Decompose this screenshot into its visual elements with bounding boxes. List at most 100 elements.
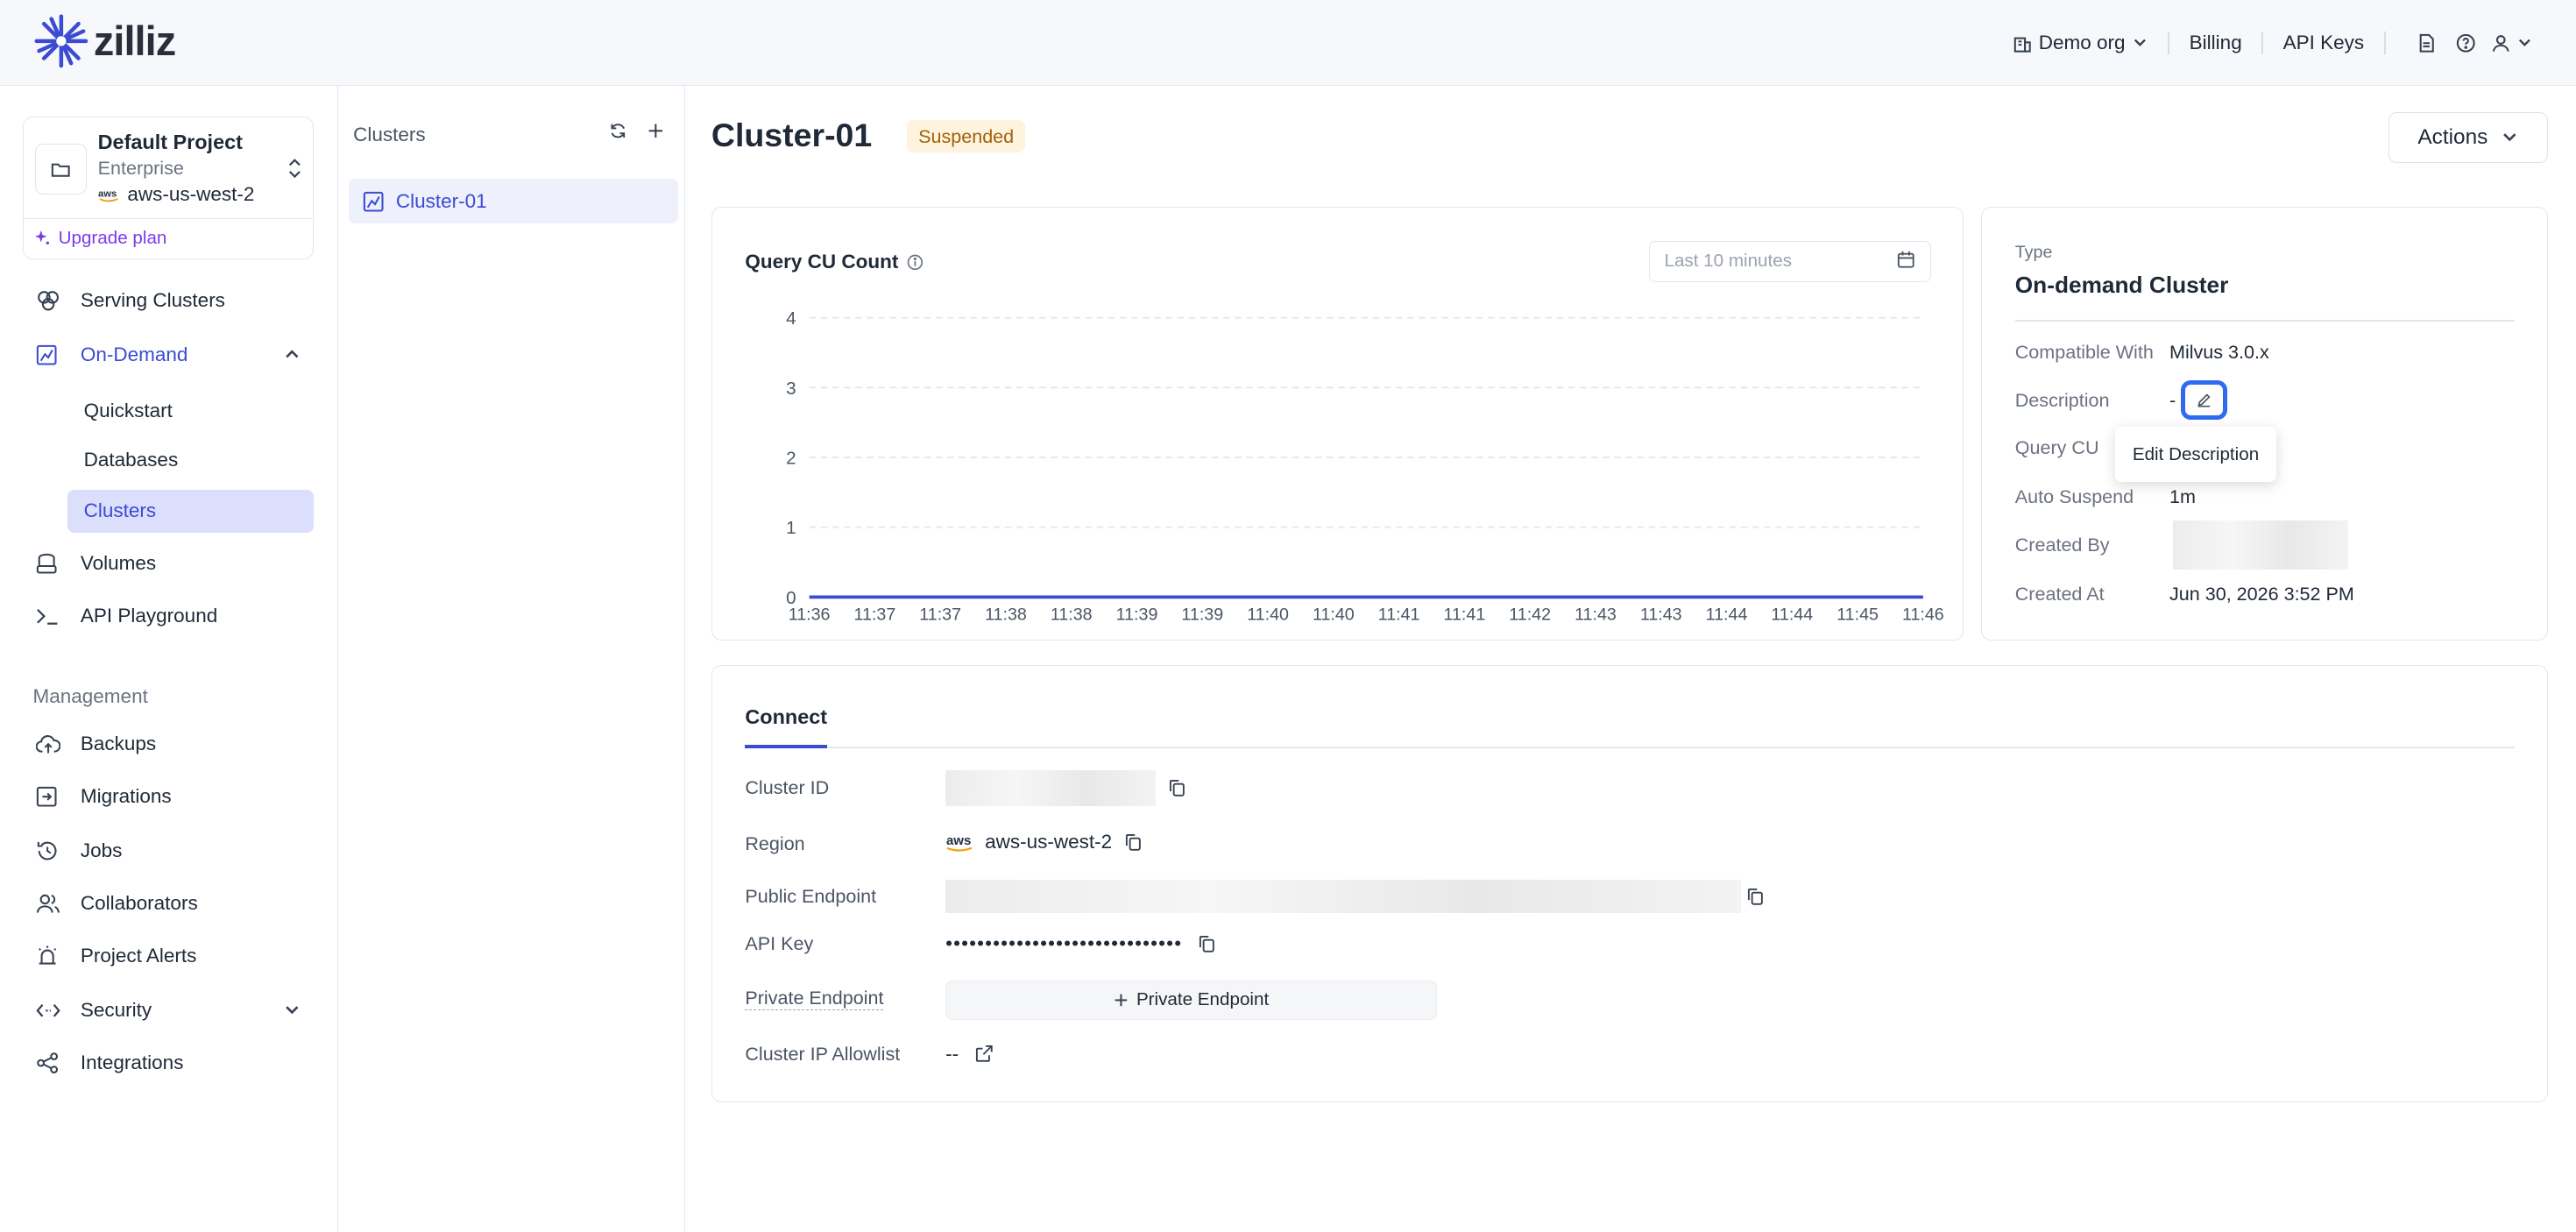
docs-button[interactable] bbox=[2409, 25, 2445, 60]
status-badge: Suspended bbox=[907, 119, 1026, 153]
x-tick-label: 11:38 bbox=[985, 605, 1027, 625]
type-value: On-demand Cluster bbox=[2014, 272, 2229, 299]
chart-frame-icon bbox=[363, 191, 384, 212]
y-tick-label: 2 bbox=[786, 449, 796, 469]
sidebar-item-serving-clusters[interactable]: Serving Clusters bbox=[23, 280, 314, 322]
share-nodes-icon bbox=[36, 1051, 72, 1074]
cluster-list-item[interactable]: Cluster-01 bbox=[348, 179, 679, 223]
copy-icon[interactable] bbox=[1125, 833, 1142, 852]
external-link-icon[interactable] bbox=[975, 1044, 994, 1063]
y-tick-label: 3 bbox=[786, 379, 796, 399]
sidebar-item-security[interactable]: Security bbox=[23, 989, 314, 1032]
refresh-icon[interactable] bbox=[609, 122, 627, 140]
allowlist-value: -- bbox=[945, 1043, 993, 1066]
sidebar-item-project-alerts[interactable]: Project Alerts bbox=[23, 935, 314, 978]
x-tick-label: 11:46 bbox=[1902, 605, 1944, 625]
logo[interactable]: zilliz bbox=[33, 13, 176, 69]
sidebar-item-clusters[interactable]: Clusters bbox=[67, 489, 315, 533]
pencil-icon bbox=[2197, 393, 2211, 407]
tab-connect[interactable]: Connect bbox=[745, 705, 827, 729]
divider bbox=[2014, 319, 2515, 322]
copy-icon[interactable] bbox=[1199, 935, 1215, 953]
sidebar-item-collaborators[interactable]: Collaborators bbox=[23, 882, 314, 925]
copy-icon[interactable] bbox=[1747, 888, 1764, 906]
help-button[interactable] bbox=[2448, 25, 2484, 60]
description-label: Description bbox=[2014, 388, 2110, 411]
sidebar-item-api-playground[interactable]: API Playground bbox=[23, 595, 314, 638]
document-icon bbox=[2419, 33, 2434, 53]
history-icon bbox=[36, 839, 72, 862]
x-tick-label: 11:44 bbox=[1771, 605, 1813, 625]
x-tick-label: 11:40 bbox=[1247, 605, 1289, 625]
add-icon[interactable] bbox=[647, 122, 665, 140]
region-label: Region bbox=[745, 832, 805, 854]
project-tier: Enterprise bbox=[97, 157, 184, 180]
chart-frame-icon bbox=[36, 344, 72, 365]
sidebar-item-databases[interactable]: Databases bbox=[67, 439, 314, 482]
auto-suspend-label: Auto Suspend bbox=[2014, 485, 2134, 508]
x-tick-label: 11:41 bbox=[1443, 605, 1485, 625]
tab-active-indicator bbox=[745, 745, 828, 749]
sidebar-item-backups[interactable]: Backups bbox=[23, 723, 314, 766]
x-tick-label: 11:42 bbox=[1509, 605, 1551, 625]
tab-rule bbox=[745, 747, 2515, 749]
y-tick-label: 4 bbox=[786, 308, 796, 329]
auto-suspend-value: 1m bbox=[2169, 485, 2196, 508]
billing-link[interactable]: Billing bbox=[2190, 32, 2242, 54]
private-endpoint-label[interactable]: Private Endpoint bbox=[745, 987, 884, 1010]
sidebar-item-volumes[interactable]: Volumes bbox=[23, 542, 314, 585]
created-at-label: Created At bbox=[2014, 582, 2105, 605]
x-tick-label: 11:37 bbox=[919, 605, 961, 625]
code-arrows-icon bbox=[36, 1002, 72, 1020]
api-key-label: API Key bbox=[745, 932, 814, 955]
zilliz-star-icon bbox=[34, 14, 88, 68]
connect-card: Connect Cluster ID Region aws aws-us-wes… bbox=[711, 665, 2549, 1103]
x-tick-label: 11:45 bbox=[1836, 605, 1879, 625]
chevron-down-icon bbox=[2134, 39, 2146, 47]
allowlist-label: Cluster IP Allowlist bbox=[745, 1042, 901, 1065]
redacted-created-by bbox=[2172, 520, 2349, 570]
sidebar-item-integrations[interactable]: Integrations bbox=[23, 1042, 314, 1085]
api-key-value: •••••••••••••••••••••••••••••• bbox=[945, 932, 1215, 955]
folder-icon bbox=[35, 144, 87, 195]
cluster-info-card: Type On-demand Cluster Compatible With M… bbox=[1981, 207, 2549, 641]
section-heading-management: Management bbox=[32, 684, 148, 707]
org-switcher[interactable]: Demo org bbox=[2013, 32, 2148, 54]
x-tick-label: 11:39 bbox=[1181, 605, 1223, 625]
api-keys-link[interactable]: API Keys bbox=[2283, 32, 2365, 54]
x-tick-label: 11:36 bbox=[789, 605, 831, 625]
help-circle-icon bbox=[2456, 33, 2475, 53]
chevron-down-icon bbox=[285, 1006, 298, 1015]
project-name: Default Project bbox=[97, 131, 243, 154]
chevron-up-icon bbox=[285, 350, 298, 358]
sidebar-item-jobs[interactable]: Jobs bbox=[23, 830, 314, 873]
switch-icon bbox=[289, 159, 301, 179]
brand-name: zilliz bbox=[93, 18, 176, 64]
clusters-icon bbox=[36, 289, 72, 312]
top-nav: Demo org Billing API Keys bbox=[2013, 25, 2537, 60]
actions-button[interactable]: Actions bbox=[2388, 111, 2549, 163]
add-icon bbox=[1115, 994, 1127, 1006]
edit-description-button[interactable] bbox=[2181, 380, 2227, 421]
users-icon bbox=[36, 893, 72, 914]
copy-icon[interactable] bbox=[1169, 779, 1185, 797]
sidebar-item-quickstart[interactable]: Quickstart bbox=[67, 389, 314, 432]
sidebar-item-migrations[interactable]: Migrations bbox=[23, 775, 314, 818]
cluster-id-label: Cluster ID bbox=[745, 776, 830, 798]
page-title: Cluster-01 bbox=[711, 117, 873, 154]
add-private-endpoint-button[interactable]: Private Endpoint bbox=[945, 980, 1437, 1020]
volume-icon bbox=[36, 553, 72, 574]
alarm-icon bbox=[36, 945, 72, 967]
divider bbox=[2383, 31, 2386, 54]
user-menu[interactable] bbox=[2488, 25, 2537, 60]
terminal-icon bbox=[36, 606, 72, 627]
sidebar-item-on-demand[interactable]: On-Demand bbox=[23, 334, 314, 377]
cluster-id-value bbox=[945, 769, 1185, 806]
project-switcher[interactable]: Default Project Enterprise aws aws-us-we… bbox=[23, 117, 315, 260]
cluster-list-panel: Clusters Cluster-01 bbox=[338, 85, 685, 1232]
upgrade-plan-link[interactable]: Upgrade plan bbox=[35, 228, 166, 249]
svg-text:aws: aws bbox=[946, 833, 971, 848]
x-tick-label: 11:39 bbox=[1116, 605, 1158, 625]
compatible-label: Compatible With bbox=[2014, 341, 2154, 364]
cluster-list-actions bbox=[609, 122, 665, 140]
